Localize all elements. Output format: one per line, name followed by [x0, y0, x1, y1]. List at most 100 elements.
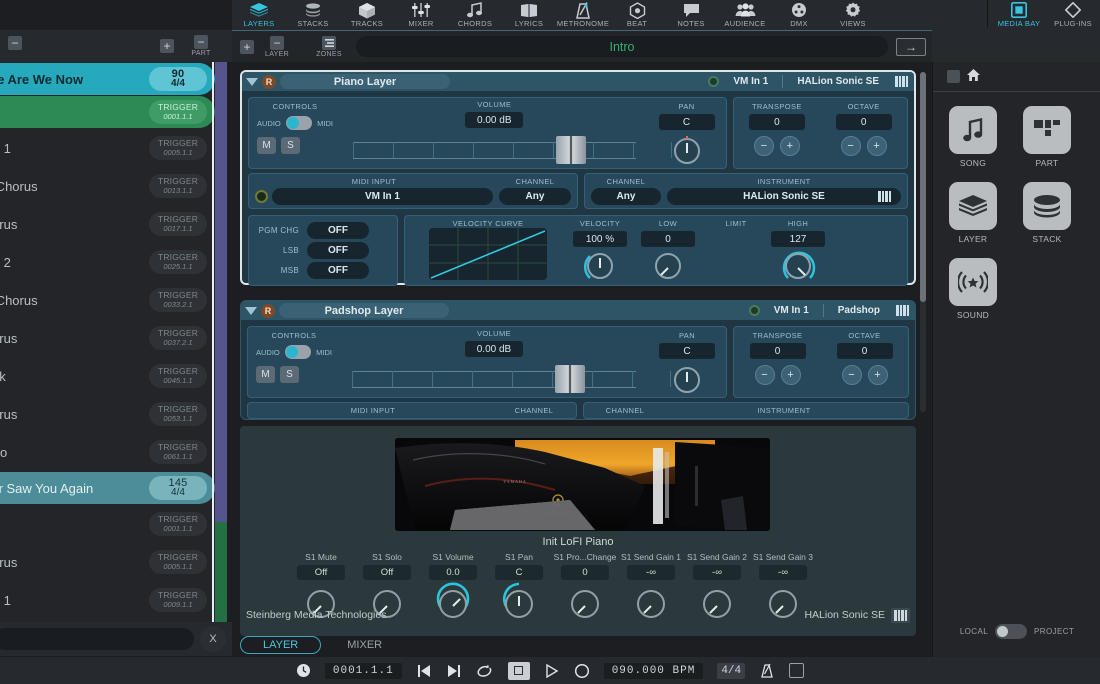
octave-decrement-button[interactable]: − — [842, 365, 862, 385]
mute-button[interactable]: M — [256, 366, 275, 383]
list-item-song[interactable]: ...ere Are We Now904/4 — [0, 63, 215, 95]
list-item-badge[interactable]: TRIGGER0005.1.1 — [149, 136, 207, 160]
velocity-curve-display[interactable] — [429, 228, 547, 280]
list-item-badge[interactable]: TRIGGER0037.2.1 — [149, 326, 207, 350]
layers-scrollbar-thumb[interactable] — [920, 72, 926, 302]
play-button[interactable] — [544, 664, 560, 678]
media-bay-item-stack[interactable]: STACK — [1019, 182, 1075, 244]
layer-name[interactable]: Padshop Layer — [279, 303, 449, 318]
list-item-badge[interactable]: TRIGGER0009.1.1 — [149, 588, 207, 612]
clock-icon[interactable] — [296, 663, 311, 678]
list-item-song[interactable]: ...ver Saw You Again1454/4 — [0, 472, 215, 504]
toolbar-item-views[interactable]: VIEWS — [826, 0, 880, 28]
knob-value[interactable]: Off — [363, 565, 411, 580]
square-toggle[interactable] — [789, 663, 804, 678]
list-item-part[interactable]: ...eakTRIGGER0045.1.1 — [0, 357, 215, 395]
knob-value[interactable]: Off — [297, 565, 345, 580]
layer-card-piano[interactable]: R Piano Layer VM In 1 HALion Sonic SE C O… — [240, 70, 916, 285]
layers-scrollbar-track[interactable] — [920, 72, 926, 412]
list-item-part[interactable]: ...horusTRIGGER0037.2.1 — [0, 319, 215, 357]
keyboard-icon[interactable] — [878, 191, 891, 202]
knob-value[interactable]: -∞ — [627, 565, 675, 580]
list-item-part[interactable]: ...art 2TRIGGER0025.1.1 — [0, 243, 215, 281]
low-value[interactable]: 0 — [641, 231, 695, 247]
song-part-list[interactable]: ...ere Are We Now904/4...troTRIGGER0001.… — [0, 62, 215, 622]
record-enable-button[interactable]: R — [262, 75, 276, 89]
out-channel-value[interactable]: Any — [591, 188, 661, 205]
cycle-icon[interactable] — [476, 664, 494, 678]
list-item-badge[interactable]: TRIGGER0045.1.1 — [149, 364, 207, 388]
home-icon[interactable] — [967, 68, 980, 86]
low-limit-knob[interactable] — [655, 253, 681, 279]
msb-value[interactable]: OFF — [307, 262, 369, 279]
record-enable-button[interactable]: R — [261, 304, 275, 318]
layer-name[interactable]: Piano Layer — [280, 74, 450, 89]
solo-button[interactable]: S — [281, 137, 300, 154]
instrument-value[interactable]: HALion Sonic SE — [667, 188, 901, 205]
list-item-part[interactable]: ...horusTRIGGER0053.1.1 — [0, 395, 215, 433]
toolbar-item-chords[interactable]: CHORDS — [448, 0, 502, 28]
toolbar-item-beat[interactable]: BEAT — [610, 0, 664, 28]
time-signature[interactable]: 4/4 — [717, 663, 745, 679]
toolbar-item-metronome[interactable]: METRONOME — [556, 0, 610, 28]
list-item-badge[interactable]: TRIGGER0017.1.1 — [149, 212, 207, 236]
pgm-chg-value[interactable]: OFF — [307, 222, 369, 239]
transpose-decrement-button[interactable]: − — [755, 365, 775, 385]
transpose-increment-button[interactable]: + — [780, 136, 800, 156]
knob-value[interactable]: C — [495, 565, 543, 580]
list-item-badge[interactable]: 1454/4 — [149, 476, 207, 500]
solo-button[interactable]: S — [280, 366, 299, 383]
volume-slider-handle[interactable] — [555, 365, 585, 393]
layer-remove-button[interactable]: − LAYER — [262, 36, 292, 58]
knob-value[interactable]: -∞ — [759, 565, 807, 580]
mute-button[interactable]: M — [257, 137, 276, 154]
toolbar-item-mixer[interactable]: MIXER — [394, 0, 448, 28]
volume-value[interactable]: 0.00 dB — [465, 341, 523, 357]
toolbar-item-plug-ins[interactable]: PLUG-INS — [1046, 0, 1100, 28]
tab-mixer[interactable]: MIXER — [325, 636, 404, 654]
toolbar-item-tracks[interactable]: TRACKS — [340, 0, 394, 28]
toolbar-item-stacks[interactable]: STACKS — [286, 0, 340, 28]
media-bay-item-sound[interactable]: SOUND — [945, 258, 1001, 320]
audio-midi-toggle[interactable] — [285, 345, 311, 359]
knob-value[interactable]: 0 — [561, 565, 609, 580]
layer-instrument-label[interactable]: Padshop — [828, 305, 890, 316]
skip-forward-icon[interactable] — [446, 664, 462, 678]
pan-value[interactable]: C — [659, 114, 715, 130]
zones-button[interactable]: ZONES — [314, 36, 344, 58]
media-bay-checkbox[interactable] — [947, 70, 960, 83]
local-project-toggle[interactable] — [995, 624, 1027, 639]
current-part-field[interactable]: Intro — [356, 36, 888, 57]
stop-button[interactable] — [508, 662, 530, 680]
keyboard-icon[interactable] — [896, 305, 909, 316]
pan-knob[interactable] — [674, 367, 700, 393]
transpose-decrement-button[interactable]: − — [754, 136, 774, 156]
part-remove-button[interactable]: − PART — [186, 35, 216, 57]
list-item-part[interactable]: ...e ChorusTRIGGER0033.2.1 — [0, 281, 215, 319]
layer-midi-input-label[interactable]: VM In 1 — [723, 76, 778, 87]
sidebar-collapse-button[interactable]: − — [0, 36, 30, 50]
sidebar-minus-icon[interactable]: − — [8, 36, 22, 50]
toolbar-item-layers[interactable]: LAYERS — [232, 0, 286, 28]
toolbar-item-dmx[interactable]: DMX — [772, 0, 826, 28]
lsb-value[interactable]: OFF — [307, 242, 369, 259]
octave-increment-button[interactable]: + — [867, 136, 887, 156]
high-limit-knob[interactable] — [785, 253, 811, 279]
transport-position[interactable]: 0001.1.1 — [325, 663, 402, 679]
media-bay-item-song[interactable]: SONG — [945, 106, 1001, 168]
toolbar-item-audience[interactable]: AUDIENCE — [718, 0, 772, 28]
list-item-badge[interactable]: TRIGGER0005.1.1 — [149, 550, 207, 574]
list-item-part[interactable]: ...troTRIGGER0001.1.1 — [0, 505, 215, 543]
list-item-badge[interactable]: 904/4 — [149, 67, 207, 91]
list-item-part[interactable]: ...troTRIGGER0001.1.1 — [0, 96, 215, 128]
midi-input-value[interactable]: VM In 1 — [272, 188, 493, 205]
keyboard-icon[interactable] — [895, 76, 908, 87]
media-bay-item-part[interactable]: PART — [1019, 106, 1075, 168]
list-item-badge[interactable]: TRIGGER0061.1.1 — [149, 440, 207, 464]
layer-card-padshop[interactable]: R Padshop Layer VM In 1 Padshop CONTROLS… — [240, 300, 916, 420]
velocity-value[interactable]: 100 % — [573, 231, 627, 247]
list-item-badge[interactable]: TRIGGER0001.1.1 — [149, 100, 207, 124]
knob-value[interactable]: -∞ — [693, 565, 741, 580]
chevron-down-icon[interactable] — [245, 307, 257, 315]
octave-value[interactable]: 0 — [837, 343, 893, 359]
